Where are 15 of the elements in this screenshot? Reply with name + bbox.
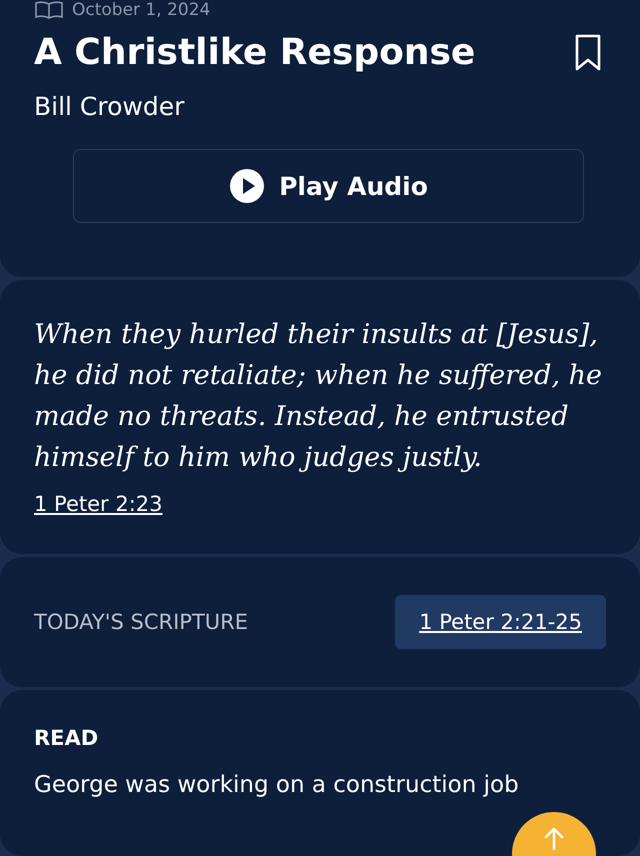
bookmark-button[interactable] [574,34,602,72]
play-audio-button[interactable]: Play Audio [73,149,584,223]
bookmark-icon [574,34,602,72]
verse-reference-link[interactable]: 1 Peter 2:23 [34,492,162,516]
book-icon [34,0,64,20]
section-heading: READ [34,726,100,750]
author-name: Bill Crowder [34,92,186,121]
scripture-label: TODAY'S SCRIPTURE [34,610,248,634]
arrow-up-icon [543,826,565,850]
scripture-reference-button[interactable]: 1 Peter 2:21-25 [395,595,606,649]
article-title: A Christlike Response [34,31,476,75]
body-text: George was working on a construction job [34,771,519,800]
play-icon [229,168,266,204]
verse-text: When they hurled their insults at [Jesus], he did not retaliate; when he suffered, he made no threats. Instead, he entrusted himself to him who judges justly. [34,318,603,475]
date-text: October 1, 2024 [72,0,210,20]
